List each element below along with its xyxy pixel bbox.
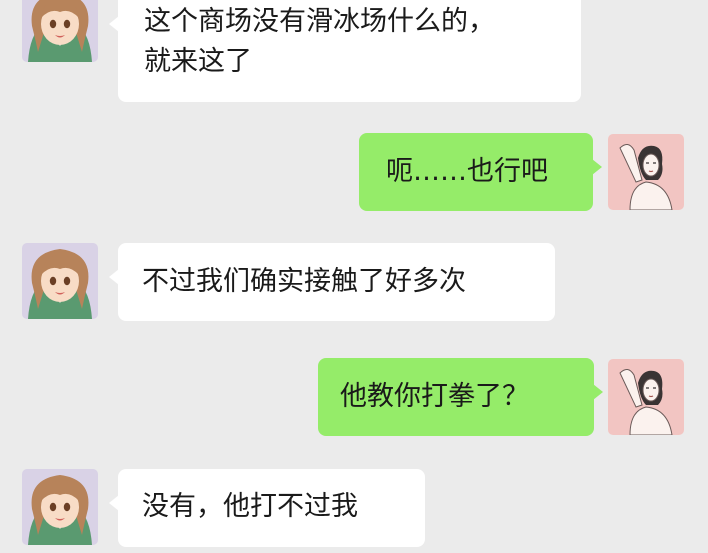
message-text-line: 就来这了	[144, 46, 252, 77]
contact-avatar[interactable]	[22, 0, 98, 62]
bubble-tail	[109, 495, 119, 511]
sketched-woman-avatar-icon	[608, 134, 684, 210]
message-text-line: 这个商场没有滑冰场什么的，	[144, 6, 495, 37]
message-text-line: 呃……也行吧	[386, 156, 548, 187]
self-avatar[interactable]	[608, 359, 684, 435]
message-text-line: 不过我们确实接触了好多次	[142, 266, 466, 297]
bubble-tail	[593, 384, 603, 400]
bubble-tail	[592, 159, 602, 175]
message-text-line: 他教你打拳了？	[340, 381, 529, 412]
anime-girl-avatar-icon	[22, 243, 98, 319]
bubble-tail	[109, 269, 119, 285]
message-bubble-outgoing[interactable]: 他教你打拳了？	[318, 358, 603, 436]
message-bubble-incoming[interactable]: 没有，他打不过我	[109, 469, 425, 547]
contact-avatar[interactable]	[22, 243, 98, 319]
message-bubble-outgoing[interactable]: 呃……也行吧	[359, 133, 602, 211]
message-text-line: 没有，他打不过我	[142, 491, 358, 522]
anime-girl-avatar-icon	[22, 469, 98, 545]
self-avatar[interactable]	[608, 134, 684, 210]
contact-avatar[interactable]	[22, 469, 98, 545]
message-bubble-incoming[interactable]: 不过我们确实接触了好多次	[109, 243, 555, 321]
chat-thread: 这个商场没有滑冰场什么的， 就来这了 呃……也行吧 不过我们确实接触了好多次 他…	[0, 0, 708, 553]
message-bubble-incoming[interactable]: 这个商场没有滑冰场什么的， 就来这了	[109, 0, 581, 102]
anime-girl-avatar-icon	[22, 0, 98, 62]
bubble-tail	[109, 16, 119, 32]
sketched-woman-avatar-icon	[608, 359, 684, 435]
